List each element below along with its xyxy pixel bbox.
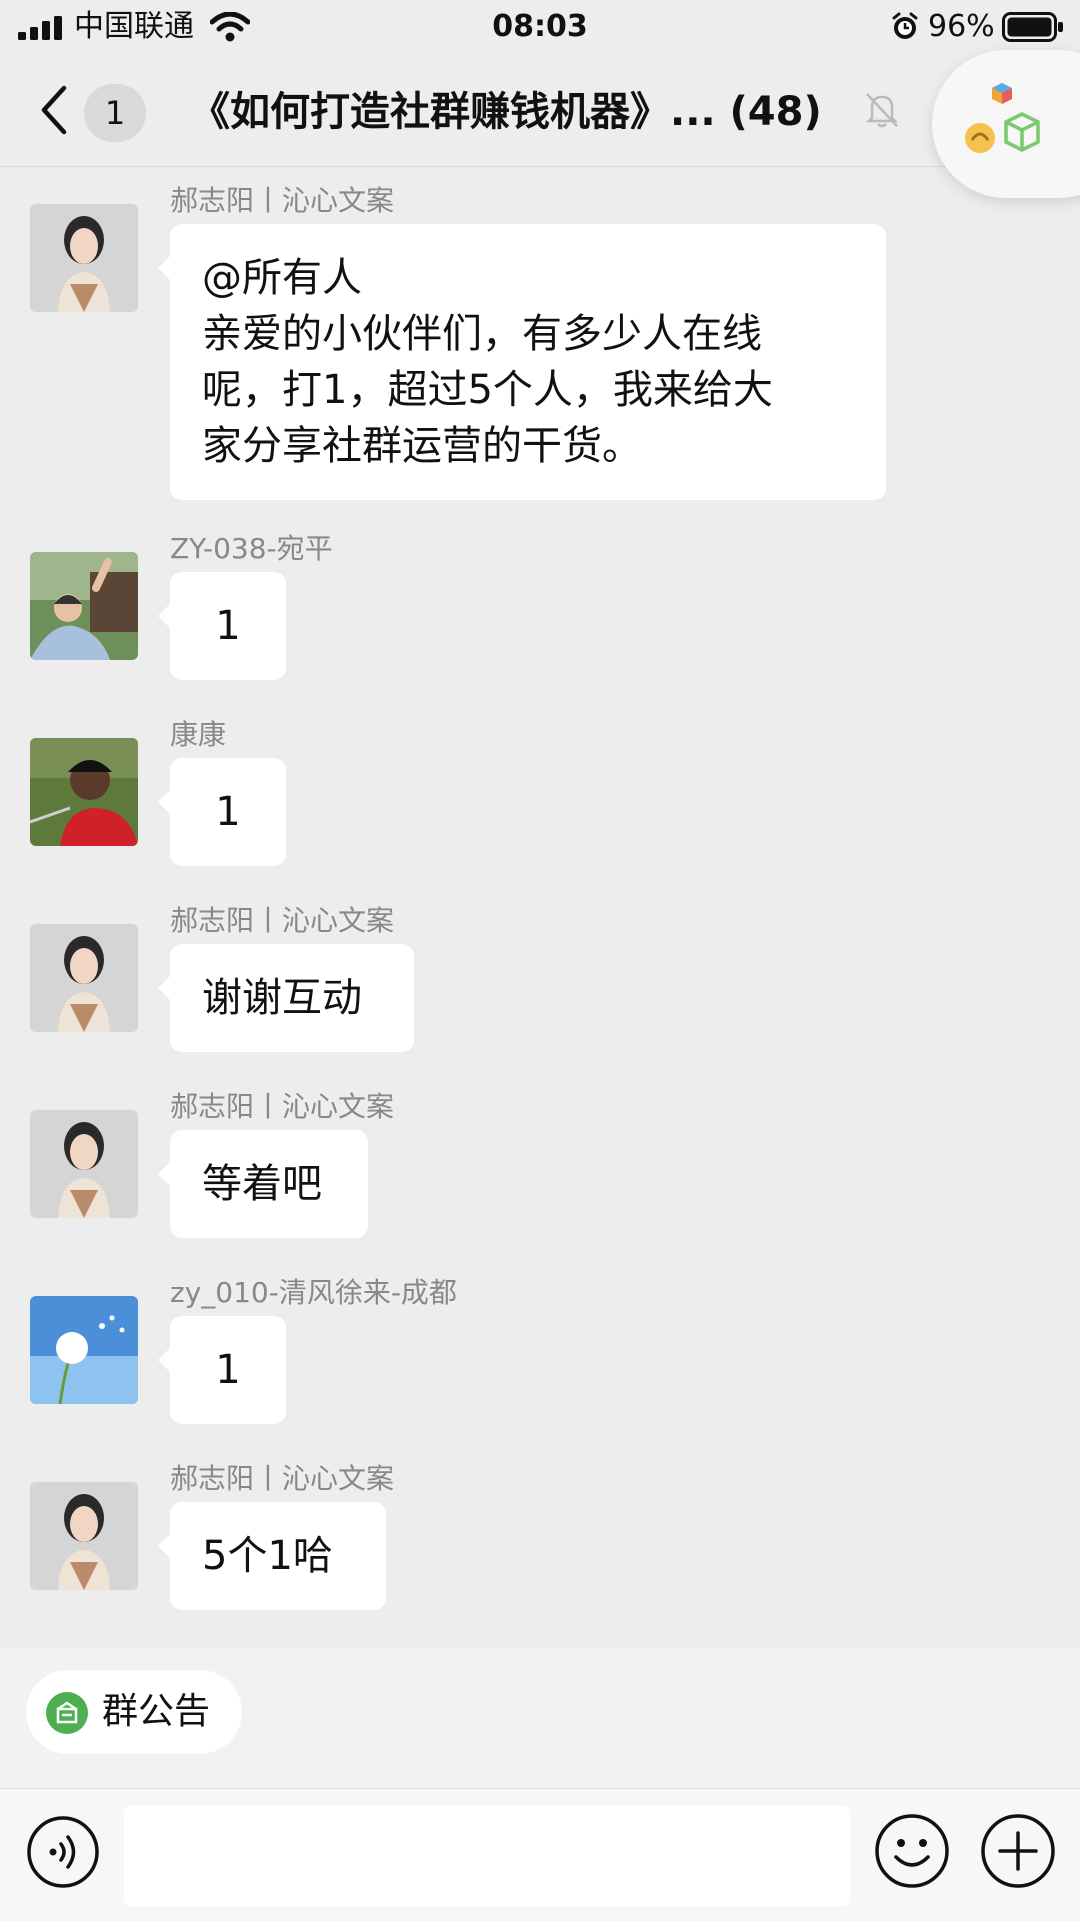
message-text: 1: [215, 789, 241, 835]
sender-name: 郝志阳丨沁心文案: [170, 184, 395, 217]
message-bubble[interactable]: 1: [158, 572, 286, 680]
outdoor-person-image: [30, 552, 138, 660]
avatar[interactable]: [30, 924, 138, 1032]
woman-portrait-image: [30, 924, 138, 1032]
message-text: 1: [215, 1347, 241, 1393]
message-bubble[interactable]: 1: [158, 1316, 286, 1424]
announcement-icon: [46, 1692, 88, 1734]
chat-title[interactable]: 《如何打造社群赚钱机器》... (48): [190, 84, 880, 140]
message-text: 5个1哈: [202, 1533, 333, 1579]
avatar[interactable]: [30, 738, 138, 846]
message-bubble[interactable]: @所有人 亲爱的小伙伴们，有多少人在线 呢，打1，超过5个人，我来给大 家分享社…: [158, 224, 886, 500]
chat-header: 1 《如何打造社群赚钱机器》... (48): [0, 56, 1080, 167]
message-bubble[interactable]: 谢谢互动: [158, 944, 414, 1052]
message-bubble[interactable]: 等着吧: [158, 1130, 368, 1238]
plus-icon[interactable]: [980, 1813, 1056, 1889]
message-text: 谢谢互动: [202, 975, 362, 1021]
message-text: 亲爱的小伙伴们，有多少人在线: [202, 311, 762, 357]
sender-name: zy_010-清风徐来-成都: [170, 1276, 457, 1309]
status-bar: 中国联通 08:03 96%: [0, 0, 1080, 56]
message-text: 1: [215, 603, 241, 649]
sender-name: 郝志阳丨沁心文案: [170, 1090, 395, 1123]
message-input[interactable]: [124, 1805, 850, 1907]
unread-count-badge[interactable]: 1: [84, 84, 146, 142]
message-text: @所有人: [202, 255, 362, 301]
avatar[interactable]: [30, 1296, 138, 1404]
alarm-icon: [892, 12, 918, 39]
avatar[interactable]: [30, 1110, 138, 1218]
mini-program-icon: [965, 83, 1040, 153]
voice-icon[interactable]: [26, 1815, 100, 1889]
avatar[interactable]: [30, 204, 138, 312]
message-list[interactable]: 郝志阳丨沁心文案 @所有人 亲爱的小伙伴们，有多少人在线 呢，打1，超过5个人，…: [0, 168, 1080, 1648]
message-text: 家分享社群运营的干货。: [202, 423, 642, 469]
group-notice-label: 群公告: [102, 1691, 211, 1732]
message-bubble[interactable]: 1: [158, 758, 286, 866]
avatar[interactable]: [30, 552, 138, 660]
chevron-left-icon[interactable]: [36, 84, 72, 136]
dandelion-image: [30, 1296, 138, 1404]
battery-percent: 96%: [928, 9, 995, 44]
avatar[interactable]: [30, 1482, 138, 1590]
sender-name: ZY-038-宛平: [170, 532, 333, 565]
sender-name: 郝志阳丨沁心文案: [170, 904, 395, 937]
battery-icon: [1002, 12, 1063, 42]
message-text: 呢，打1，超过5个人，我来给大: [202, 367, 773, 413]
woman-portrait-image: [30, 204, 138, 312]
notice-bar: 群公告: [0, 1648, 1080, 1788]
group-notice-button[interactable]: 群公告: [26, 1670, 242, 1754]
woman-portrait-image: [30, 1482, 138, 1590]
message-text: 等着吧: [202, 1161, 322, 1207]
message-bubble[interactable]: 5个1哈: [158, 1502, 386, 1610]
input-bar: [0, 1788, 1080, 1921]
sender-name: 郝志阳丨沁心文案: [170, 1462, 395, 1495]
sender-name: 康康: [170, 718, 227, 751]
bell-slash-icon: [865, 93, 899, 128]
golfer-image: [30, 738, 138, 846]
woman-portrait-image: [30, 1110, 138, 1218]
emoji-icon[interactable]: [874, 1813, 950, 1889]
